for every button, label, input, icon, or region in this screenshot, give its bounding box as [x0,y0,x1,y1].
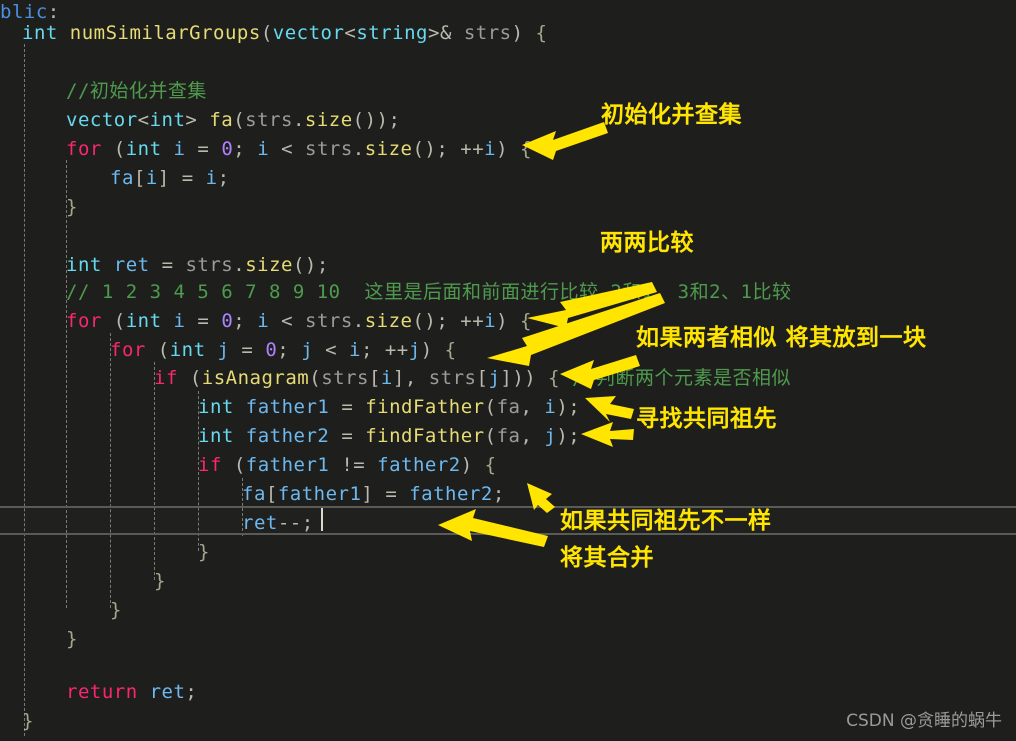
code-line: // 1 2 3 4 5 6 7 8 9 10 这里是后面和前面进行比较 2和1… [66,281,792,303]
code-line: for (int i = 0; i < strs.size(); ++i) { [66,310,532,332]
text-caret [321,508,323,531]
code-line: fa[i] = i; [110,167,230,189]
code-line: } [66,628,78,650]
code-line: if (father1 != father2) { [198,454,497,476]
code-line: return ret; [66,681,198,703]
code-line: int numSimilarGroups(vector<string>& str… [22,22,548,44]
code-line: for (int i = 0; i < strs.size(); ++i) { [66,138,532,160]
code-line: vector<int> fa(strs.size()); [66,109,401,131]
code-text-area[interactable]: blic: int numSimilarGroups(vector<string… [0,0,1016,741]
code-line: } [198,541,210,563]
code-line: int father2 = findFather(fa, j); [198,425,581,447]
code-line: } [110,599,122,621]
code-line-current: ret--; [242,512,314,534]
code-line: fa[father1] = father2; [242,483,505,505]
code-line: } [66,196,78,218]
code-editor-screenshot: blic: int numSimilarGroups(vector<string… [0,0,1016,741]
code-line: int ret = strs.size(); [66,254,329,276]
code-line: for (int j = 0; j < i; ++j) { [110,339,457,361]
code-line: //初始化并查集 [66,80,207,102]
code-line: } [154,570,166,592]
code-line: int father1 = findFather(fa, i); [198,396,581,418]
code-line: if (isAnagram(strs[i], strs[j])) { //判断两… [154,367,791,389]
csdn-watermark: CSDN @贪睡的蜗牛 [846,711,1002,731]
